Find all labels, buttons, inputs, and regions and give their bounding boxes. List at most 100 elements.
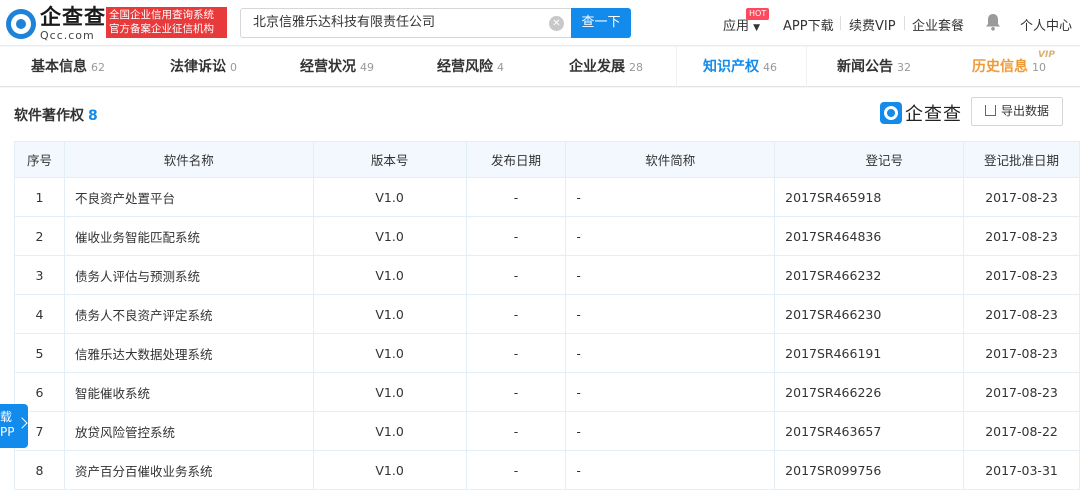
nav-personal-center[interactable]: 个人中心	[1020, 15, 1072, 34]
nav-app-download[interactable]: APP下载	[783, 15, 834, 34]
cell-approval-date: 2017-08-23	[963, 177, 1080, 217]
bell-icon[interactable]	[985, 13, 1001, 31]
tab-label: 法律诉讼	[170, 59, 226, 75]
cell-reg-number: 2017SR463657	[774, 411, 965, 451]
search-button[interactable]: 查一下	[571, 8, 631, 38]
cell-release-date: -	[465, 216, 567, 256]
badge-line-1: 全国企业信用查询系统	[109, 9, 214, 21]
tab-business-risk[interactable]: 经营风险 4	[437, 47, 504, 87]
download-icon	[984, 105, 996, 116]
cell-short-name: -	[565, 411, 776, 451]
tab-count: 0	[230, 61, 237, 74]
tab-count: 46	[763, 61, 777, 74]
tab-label: 知识产权	[703, 59, 759, 75]
tab-label: 基本信息	[31, 59, 87, 75]
cell-index: 4	[14, 294, 65, 334]
nav-divider	[840, 16, 841, 30]
cell-reg-number: 2017SR465918	[774, 177, 965, 217]
cell-approval-date: 2017-08-23	[963, 372, 1080, 412]
table-row: 6 智能催收系统 V1.0- -2017SR466226 2017-08-23	[14, 372, 1080, 412]
tab-separator	[806, 47, 807, 87]
col-header-software-name: 软件名称	[63, 141, 314, 178]
search-input[interactable]: 北京信雅乐达科技有限责任公司	[240, 8, 572, 38]
cell-approval-date: 2017-08-23	[963, 333, 1080, 373]
cell-version: V1.0	[312, 372, 467, 412]
cell-short-name: -	[565, 216, 776, 256]
tab-count: 10	[1032, 61, 1046, 74]
tab-legal-litigation[interactable]: 法律诉讼 0	[170, 47, 237, 87]
cell-version: V1.0	[312, 450, 467, 490]
table-row: 2 催收业务智能匹配系统 V1.0- -2017SR464836 2017-08-23	[14, 216, 1080, 256]
nav-apply-label: 应用	[723, 19, 750, 34]
cell-software-name[interactable]: 智能催收系统	[63, 372, 314, 412]
cell-release-date: -	[465, 372, 567, 412]
hot-badge: HOT	[746, 8, 770, 20]
export-data-button[interactable]: 导出数据	[971, 97, 1063, 126]
export-label: 导出数据	[1000, 104, 1049, 118]
download-app-float[interactable]: 载 PP	[0, 404, 28, 448]
tab-basic-info[interactable]: 基本信息 62	[31, 47, 105, 87]
nav-enterprise-package[interactable]: 企业套餐	[912, 15, 964, 34]
qcc-logo[interactable]: 企查查 Qcc.com	[6, 7, 106, 41]
cell-version: V1.0	[312, 411, 467, 451]
cell-index: 2	[14, 216, 65, 256]
vip-tag: VIP	[1038, 50, 1055, 60]
brand-mark-icon	[880, 102, 902, 124]
tab-label: 历史信息	[972, 59, 1028, 75]
col-header-index: 序号	[14, 141, 65, 178]
cell-software-name[interactable]: 债务人评估与预测系统	[63, 255, 314, 295]
cell-release-date: -	[465, 177, 567, 217]
tab-label: 经营状况	[300, 59, 356, 75]
cell-reg-number: 2017SR099756	[774, 450, 965, 490]
side-float-line-2: PP	[0, 425, 15, 439]
chevron-down-icon: ▼	[753, 23, 761, 33]
software-copyright-table: 序号 软件名称 版本号 发布日期 软件简称 登记号 登记批准日期 1 不良资产处置…	[14, 141, 1080, 490]
table-row: 8 资产百分百催收业务系统 V1.0- -2017SR099756 2017-03-31	[14, 450, 1080, 490]
tab-count: 4	[497, 61, 504, 74]
cell-software-name[interactable]: 信雅乐达大数据处理系统	[63, 333, 314, 373]
tab-enterprise-development[interactable]: 企业发展 28	[569, 47, 643, 87]
cell-version: V1.0	[312, 333, 467, 373]
tab-label: 新闻公告	[837, 59, 893, 75]
cell-version: V1.0	[312, 216, 467, 256]
tab-label: 经营风险	[437, 59, 493, 75]
top-header: 企查查 Qcc.com 全国企业信用查询系统 官方备案企业征信机构 北京信雅乐达…	[0, 0, 1080, 46]
nav-vip-renew[interactable]: 续费VIP	[849, 15, 896, 34]
table-header-row: 序号 软件名称 版本号 发布日期 软件简称 登记号 登记批准日期	[14, 141, 1080, 178]
cell-version: V1.0	[312, 177, 467, 217]
logo-en-text: Qcc.com	[40, 29, 95, 42]
cell-reg-number: 2017SR464836	[774, 216, 965, 256]
col-header-release-date: 发布日期	[465, 141, 567, 178]
cell-release-date: -	[465, 294, 567, 334]
badge-line-2: 官方备案企业征信机构	[109, 23, 214, 35]
nav-divider	[904, 16, 905, 30]
tab-count: 28	[629, 61, 643, 74]
company-tab-bar: 基本信息 62 法律诉讼 0 经营状况 49 经营风险 4 企业发展 28 知识产权 46 …	[0, 47, 1080, 87]
tab-business-status[interactable]: 经营状况 49	[300, 47, 374, 87]
tab-news-announcements[interactable]: 新闻公告 32	[837, 47, 911, 87]
col-header-reg-number: 登记号	[774, 141, 965, 178]
table-row: 5 信雅乐达大数据处理系统 V1.0- -2017SR466191 2017-08-23	[14, 333, 1080, 373]
tab-intellectual-property[interactable]: 知识产权 46	[703, 47, 777, 87]
cell-reg-number: 2017SR466226	[774, 372, 965, 412]
cell-approval-date: 2017-08-22	[963, 411, 1080, 451]
cell-short-name: -	[565, 177, 776, 217]
tab-count: 32	[897, 61, 911, 74]
clear-search-icon[interactable]: ✕	[549, 16, 564, 31]
cell-approval-date: 2017-08-23	[963, 294, 1080, 334]
logo-cn-text: 企查查	[40, 5, 106, 29]
cell-reg-number: 2017SR466230	[774, 294, 965, 334]
cell-approval-date: 2017-08-23	[963, 216, 1080, 256]
section-title: 软件著作权 8	[14, 105, 98, 125]
tab-history-info[interactable]: 历史信息 10	[972, 47, 1046, 87]
cell-release-date: -	[465, 333, 567, 373]
cell-software-name[interactable]: 债务人不良资产评定系统	[63, 294, 314, 334]
tab-label: 企业发展	[569, 59, 625, 75]
cell-short-name: -	[565, 294, 776, 334]
cell-software-name[interactable]: 资产百分百催收业务系统	[63, 450, 314, 490]
cell-software-name[interactable]: 放贷风险管控系统	[63, 411, 314, 451]
cell-software-name[interactable]: 不良资产处置平台	[63, 177, 314, 217]
cell-software-name[interactable]: 催收业务智能匹配系统	[63, 216, 314, 256]
qcc-brand-logo: 企查查	[880, 100, 962, 126]
cell-release-date: -	[465, 450, 567, 490]
